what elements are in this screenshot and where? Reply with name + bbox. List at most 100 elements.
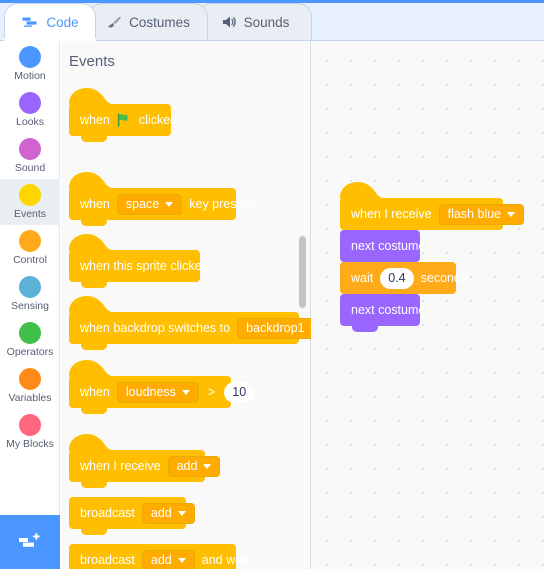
block-notch: [81, 481, 107, 488]
block-text: clicked: [138, 113, 178, 127]
block-text: next costume: [351, 239, 426, 253]
category-motion[interactable]: Motion: [0, 41, 60, 87]
block-row: next costume: [340, 294, 425, 326]
message-dropdown[interactable]: flash blue: [438, 203, 525, 225]
category-label: Control: [13, 254, 47, 266]
category-color-dot: [19, 46, 41, 68]
add-extension-button[interactable]: [0, 515, 60, 569]
block-text: broadcast: [80, 506, 135, 520]
block-text: when I receive: [80, 459, 161, 473]
key-dropdown[interactable]: space: [116, 193, 183, 215]
speaker-icon: [221, 15, 237, 29]
category-color-dot: [19, 92, 41, 114]
block-row: when this sprite clicked: [69, 250, 209, 282]
category-looks[interactable]: Looks: [0, 87, 60, 133]
dropdown-value: space: [125, 197, 160, 211]
chevron-down-icon: [165, 202, 174, 207]
dropdown-value: backdrop1: [246, 321, 305, 335]
category-color-dot: [19, 276, 41, 298]
block-row: when I receive add: [69, 450, 221, 482]
block-notch: [81, 528, 107, 535]
category-sound[interactable]: Sound: [0, 133, 60, 179]
comparison-operator: >: [207, 385, 216, 399]
dropdown-value: add: [176, 459, 198, 473]
block-notch: [352, 325, 378, 332]
block-text: key pressed: [189, 197, 257, 211]
category-sidebar: Motion Looks Sound Events Control Sensin…: [0, 41, 60, 569]
block-text: when: [80, 385, 110, 399]
block-text: seconds: [420, 271, 468, 285]
tab-costumes[interactable]: Costumes: [88, 3, 208, 40]
block-text: when: [80, 113, 110, 127]
category-label: Sound: [14, 162, 46, 174]
category-variables[interactable]: Variables: [0, 363, 60, 409]
block-notch: [81, 281, 107, 288]
chevron-down-icon: [177, 511, 186, 516]
tab-sounds-label: Sounds: [243, 14, 290, 30]
hat-top-shape: [340, 182, 503, 199]
message-dropdown[interactable]: add: [141, 502, 195, 524]
block-row: when backdrop switches to backdrop1: [69, 312, 311, 344]
backdrop-dropdown[interactable]: backdrop1: [237, 317, 311, 339]
category-color-dot: [19, 138, 41, 160]
category-color-dot: [19, 322, 41, 344]
hat-top-shape: [69, 234, 200, 251]
block-row: broadcast add and wait: [69, 544, 248, 569]
block-text: next costume: [351, 303, 426, 317]
paintbrush-icon: [106, 15, 122, 29]
block-row: when space key pressed: [69, 188, 257, 220]
tab-code-label: Code: [46, 14, 79, 30]
block-row: broadcast add: [69, 497, 195, 529]
category-label: My Blocks: [6, 438, 54, 450]
message-dropdown[interactable]: add: [167, 455, 221, 477]
category-operators[interactable]: Operators: [0, 317, 60, 363]
block-palette[interactable]: Events when clicked when space key press…: [61, 41, 311, 569]
hat-top-shape: [69, 88, 171, 105]
dropdown-value: loudness: [125, 385, 176, 399]
block-row: when clicked: [69, 104, 177, 136]
block-row: when loudness > 10: [69, 376, 255, 408]
loudness-dropdown[interactable]: loudness: [116, 381, 199, 403]
block-notch: [81, 135, 107, 142]
block-row: when I receive flash blue: [340, 198, 525, 230]
hat-top-shape: [69, 360, 231, 377]
block-text: when backdrop switches to: [80, 321, 231, 335]
block-text: and wait: [201, 553, 249, 567]
message-dropdown[interactable]: add: [141, 549, 195, 569]
tab-code[interactable]: Code: [4, 3, 96, 40]
dropdown-value: add: [150, 553, 172, 567]
hat-top-shape: [69, 172, 236, 189]
category-label: Variables: [8, 392, 52, 404]
category-label: Motion: [14, 70, 46, 82]
hat-top-shape: [69, 434, 205, 451]
duration-input[interactable]: 0.4: [380, 267, 414, 289]
category-color-dot: [19, 368, 41, 390]
chevron-down-icon: [177, 558, 186, 563]
category-color-dot: [19, 230, 41, 252]
palette-scrollbar[interactable]: [299, 236, 306, 308]
scratch-editor: Sounds Costumes Code Motion Looks Sound …: [0, 0, 544, 569]
category-control[interactable]: Control: [0, 225, 60, 271]
chevron-down-icon: [310, 326, 311, 331]
tab-sounds[interactable]: Sounds: [198, 3, 312, 40]
code-workspace[interactable]: when I receive flash blue next costume w…: [311, 41, 544, 569]
chevron-down-icon: [181, 390, 190, 395]
category-label: Operators: [6, 346, 54, 358]
block-notch: [81, 343, 107, 350]
category-sensing[interactable]: Sensing: [0, 271, 60, 317]
category-my-blocks[interactable]: My Blocks: [0, 409, 60, 455]
category-color-dot: [19, 414, 41, 436]
category-events[interactable]: Events: [0, 179, 60, 225]
add-extension-icon: [19, 533, 40, 547]
block-text: when I receive: [351, 207, 432, 221]
category-label: Looks: [15, 116, 45, 128]
green-flag-icon: [117, 113, 132, 127]
block-row: next costume: [340, 230, 425, 262]
chevron-down-icon: [203, 464, 212, 469]
chevron-down-icon: [507, 212, 516, 217]
threshold-input[interactable]: 10: [224, 381, 255, 403]
dropdown-value: add: [150, 506, 172, 520]
block-row: wait 0.4 seconds: [340, 262, 467, 294]
category-label: Events: [13, 208, 47, 220]
category-color-dot: [19, 184, 41, 206]
